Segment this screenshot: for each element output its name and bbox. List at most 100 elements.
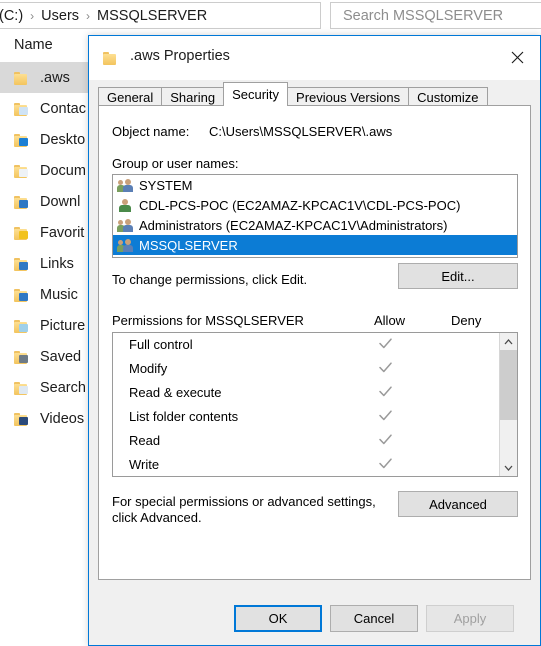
folder-overlay-icon	[19, 416, 28, 425]
close-icon[interactable]	[494, 36, 540, 79]
tab-general[interactable]: General	[98, 87, 163, 106]
permission-row[interactable]: Modify	[113, 357, 499, 381]
permission-row[interactable]: Write	[113, 453, 499, 477]
chevron-down-icon[interactable]	[500, 459, 517, 476]
folder-overlay-icon	[19, 106, 28, 115]
permissions-rows: Full control Modify Read & execute List fol…	[113, 333, 499, 476]
allow-check-icon	[378, 384, 394, 400]
edit-permissions-note: To change permissions, click Edit.	[112, 272, 308, 287]
file-name: Saved	[40, 348, 82, 365]
permission-name: Read & execute	[129, 385, 222, 400]
folder-overlay-icon	[19, 137, 28, 146]
file-name: .aws	[40, 69, 70, 86]
permission-name: List folder contents	[129, 409, 239, 424]
file-name: Deskto	[40, 131, 86, 148]
folder-overlay-icon	[19, 354, 28, 363]
breadcrumb-item-mssqlserver[interactable]: MSSQLSERVER	[94, 8, 210, 24]
dialog-title: .aws Properties	[130, 48, 230, 64]
group-icon	[117, 237, 133, 253]
folder-favorites-icon	[14, 226, 29, 240]
cancel-button[interactable]: Cancel	[330, 605, 418, 632]
allow-check-icon	[378, 336, 394, 352]
group-or-user-names-label: Group or user names:	[112, 156, 239, 171]
permission-row[interactable]: Read & execute	[113, 381, 499, 405]
group-list-item[interactable]: CDL-PCS-POC (EC2AMAZ-KPCAC1V\CDL-PCS-POC…	[113, 195, 517, 215]
group-or-user-names-list[interactable]: SYSTEM CDL-PCS-POC (EC2AMAZ-KPCAC1V\CDL-P…	[112, 174, 518, 258]
folder-videos-icon	[14, 412, 29, 426]
group-name: Administrators (EC2AMAZ-KPCAC1V\Administ…	[139, 217, 448, 233]
group-name: SYSTEM	[139, 177, 193, 193]
edit-button[interactable]: Edit...	[398, 263, 518, 289]
folder-overlay-icon	[19, 385, 28, 394]
security-tab-page: Object name: C:\Users\MSSQLSERVER\.aws G…	[98, 105, 531, 580]
permission-row[interactable]: Read	[113, 429, 499, 453]
allow-check-icon	[378, 432, 394, 448]
tab-previous-versions[interactable]: Previous Versions	[287, 87, 410, 106]
group-list-item[interactable]: SYSTEM	[113, 175, 517, 195]
folder-music-icon	[14, 288, 29, 302]
folder-pictures-icon	[14, 319, 29, 333]
folder-desktop-icon	[14, 133, 29, 147]
advanced-settings-note: For special permissions or advanced sett…	[112, 494, 376, 525]
file-name: Links	[40, 255, 74, 272]
permission-name: Full control	[129, 337, 193, 352]
object-name-value: C:\Users\MSSQLSERVER\.aws	[209, 124, 393, 139]
tab-strip: General Sharing Security Previous Versions C…	[89, 80, 540, 106]
deny-column-header: Deny	[451, 313, 482, 328]
chevron-up-icon[interactable]	[500, 333, 517, 350]
file-name: Search	[40, 379, 86, 396]
folder-documents-icon	[14, 164, 29, 178]
dialog-title-bar: .aws Properties	[89, 36, 540, 80]
apply-button: Apply	[426, 605, 514, 632]
folder-overlay-icon	[19, 261, 28, 270]
folder-icon	[14, 71, 29, 85]
search-placeholder: Search MSSQLSERVER	[343, 7, 504, 24]
breadcrumb[interactable]: (C:) › Users › MSSQLSERVER	[0, 2, 321, 29]
group-list-item[interactable]: MSSQLSERVER	[113, 235, 517, 255]
object-name-label: Object name:	[112, 124, 190, 139]
folder-overlay-icon	[19, 168, 28, 177]
tab-customize[interactable]: Customize	[408, 87, 488, 106]
group-list-item[interactable]: Administrators (EC2AMAZ-KPCAC1V\Administ…	[113, 215, 517, 235]
folder-icon	[103, 51, 118, 65]
breadcrumb-separator: ›	[30, 8, 35, 23]
file-name: Downl	[40, 193, 81, 210]
column-header-name: Name	[14, 37, 53, 53]
permissions-list[interactable]: Full control Modify Read & execute List fol…	[112, 332, 518, 477]
search-input[interactable]: Search MSSQLSERVER	[330, 2, 541, 29]
group-icon	[117, 177, 133, 193]
folder-overlay-icon	[19, 323, 28, 332]
folder-searches-icon	[14, 381, 29, 395]
permission-name: Read	[129, 433, 161, 448]
user-icon	[117, 197, 133, 213]
tab-security[interactable]: Security	[223, 82, 289, 106]
breadcrumb-separator: ›	[86, 8, 91, 23]
allow-column-header: Allow	[374, 313, 406, 328]
allow-check-icon	[378, 456, 394, 472]
tab-sharing[interactable]: Sharing	[161, 87, 225, 106]
address-bar: (C:) › Users › MSSQLSERVER Search MSSQLS…	[0, 0, 541, 32]
properties-dialog: .aws Properties General Sharing Security Pr…	[88, 35, 541, 646]
permission-row[interactable]: Full control	[113, 333, 499, 357]
permission-name: Write	[129, 457, 160, 472]
scrollbar-thumb[interactable]	[500, 350, 517, 420]
ok-button[interactable]: OK	[234, 605, 322, 632]
file-name: Docum	[40, 162, 86, 179]
breadcrumb-item-drive[interactable]: (C:)	[0, 8, 26, 24]
file-name: Picture	[40, 317, 86, 334]
folder-saved-icon	[14, 350, 29, 364]
folder-overlay-icon	[19, 230, 28, 239]
folder-overlay-icon	[19, 199, 28, 208]
permissions-scrollbar[interactable]	[499, 333, 517, 476]
advanced-button[interactable]: Advanced	[398, 491, 518, 517]
allow-check-icon	[378, 360, 394, 376]
permission-name: Modify	[129, 361, 168, 376]
dialog-footer: OK Cancel Apply	[89, 591, 540, 645]
permission-row[interactable]: List folder contents	[113, 405, 499, 429]
file-name: Videos	[40, 410, 85, 427]
breadcrumb-item-users[interactable]: Users	[38, 8, 82, 24]
file-name: Contac	[40, 100, 86, 117]
group-name: CDL-PCS-POC (EC2AMAZ-KPCAC1V\CDL-PCS-POC…	[139, 197, 461, 213]
permissions-for-label: Permissions for MSSQLSERVER	[112, 313, 304, 328]
folder-overlay-icon	[19, 292, 28, 301]
